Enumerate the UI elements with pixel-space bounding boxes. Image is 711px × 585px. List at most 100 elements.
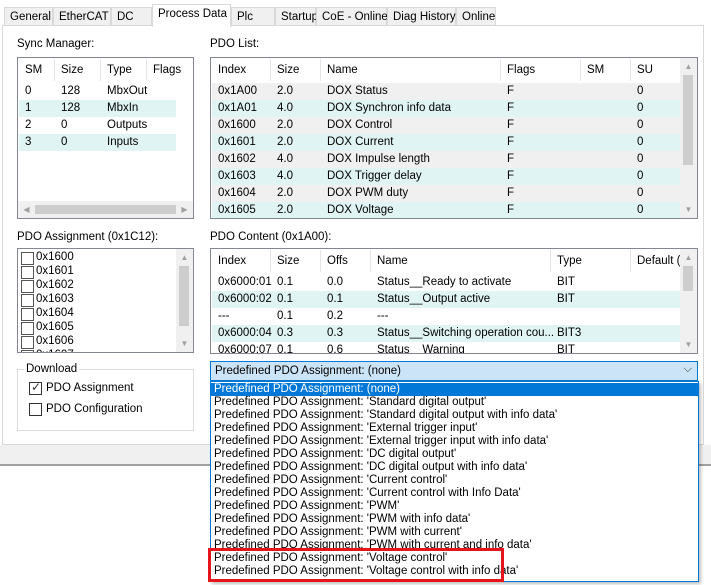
annotation-highlight-box [208, 548, 504, 582]
tab-coe-online[interactable]: CoE - Online [316, 7, 388, 26]
pdo-assignment-item-label: 0x1605 [36, 321, 74, 333]
table-row[interactable]: 0x1A01 4.0 DOX Synchron info data F 0 [212, 100, 680, 117]
column-header-sm[interactable]: SM [19, 59, 55, 81]
sync-manager-label: Sync Manager: [17, 38, 95, 50]
table-cell: BIT [557, 344, 575, 354]
column-header-sm[interactable]: SM [581, 59, 631, 81]
column-header-name[interactable]: Name [321, 59, 501, 81]
dropdown-option[interactable]: Predefined PDO Assignment: 'PWM' [211, 500, 698, 513]
tab-plc[interactable]: Plc [231, 7, 275, 26]
pdo-assignment-item-label: 0x1600 [36, 251, 74, 263]
pdo-list-table[interactable]: Index Size Name Flags SM SU 0x1A00 2.0 DOX Stat… [210, 57, 698, 219]
dropdown-option[interactable]: Predefined PDO Assignment: 'DC digital o… [211, 448, 698, 461]
combobox-value: Predefined PDO Assignment: (none) [215, 365, 402, 377]
column-header-name[interactable]: Name [371, 250, 551, 272]
table-cell: 0.6 [327, 344, 343, 354]
tab-dc[interactable]: DC [111, 7, 152, 26]
checkbox[interactable] [21, 294, 34, 307]
table-row[interactable]: 0x1604 2.0 DOX PWM duty F 0 [212, 185, 680, 202]
table-cell: 2.0 [277, 119, 293, 131]
checkbox[interactable] [21, 322, 34, 335]
checkbox[interactable] [21, 252, 34, 265]
table-row[interactable]: 0x1600 2.0 DOX Control F 0 [212, 117, 680, 134]
pdo-assignment-checkbox[interactable]: ✓ [29, 380, 42, 395]
table-row[interactable]: 0x6000:01 0.1 0.0 Status__Ready to activate… [212, 274, 680, 291]
table-cell: MbxOut [107, 85, 148, 97]
table-cell: 0 [637, 204, 644, 216]
table-cell: 0 [637, 153, 644, 165]
vertical-scrollbar[interactable]: ▲ ▼ [680, 58, 697, 218]
table-cell: F [507, 153, 515, 165]
vertical-scrollbar[interactable]: ▲ ▼ [680, 249, 697, 353]
table-cell: 4.0 [277, 153, 293, 165]
dropdown-option[interactable]: Predefined PDO Assignment: 'PWM with cur… [211, 526, 698, 539]
table-row[interactable]: 1 128 MbxIn [19, 100, 176, 117]
table-cell: 2 [25, 119, 32, 131]
dropdown-option[interactable]: Predefined PDO Assignment: 'External tri… [211, 435, 698, 448]
table-row[interactable]: 0x6000:07 0.1 0.6 Status__Warning BIT [212, 342, 680, 354]
dropdown-option[interactable]: Predefined PDO Assignment: 'External tri… [211, 422, 698, 435]
pdo-assignment-item-label: 0x1606 [36, 335, 74, 347]
table-cell: Inputs [107, 136, 139, 148]
table-row[interactable]: 0x1601 2.0 DOX Current F 0 [212, 134, 680, 151]
column-header-index[interactable]: Index [212, 59, 271, 81]
dropdown-option[interactable]: Predefined PDO Assignment: 'Current cont… [211, 487, 698, 500]
pdo-configuration-checkbox[interactable] [29, 403, 42, 416]
table-row[interactable]: 0x6000:04 0.3 0.3 Status__Switching operati… [212, 325, 680, 342]
table-row[interactable]: 0x1602 4.0 DOX Impulse length F 0 [212, 151, 680, 168]
vertical-scrollbar[interactable]: ▲ ▼ [176, 249, 193, 352]
checkbox[interactable] [21, 266, 34, 279]
tab-general[interactable]: General [4, 7, 53, 26]
pdo-assignment-list[interactable]: 0x1600 0x1601 0x1602 0x1603 0x1604 0x1605 0x16… [17, 248, 194, 353]
column-header-size[interactable]: Size [271, 59, 321, 81]
table-row[interactable]: 3 0 Inputs [19, 134, 176, 151]
table-cell: 2.0 [277, 85, 293, 97]
table-cell: BIT [557, 293, 575, 305]
predefined-pdo-combobox[interactable]: Predefined PDO Assignment: (none) ⌵ [210, 361, 698, 381]
table-cell: F [507, 85, 515, 97]
dropdown-option[interactable]: Predefined PDO Assignment: 'Standard dig… [211, 396, 698, 409]
column-header-flags[interactable]: Flags [147, 59, 193, 81]
table-cell: MbxIn [107, 102, 139, 114]
chevron-down-icon[interactable]: ⌵ [684, 363, 692, 376]
dropdown-option[interactable]: Predefined PDO Assignment: 'PWM with inf… [211, 513, 698, 526]
tab-startup[interactable]: Startup [275, 7, 318, 26]
checkbox[interactable] [21, 350, 34, 352]
tab-diag-history[interactable]: Diag History [387, 7, 456, 26]
column-header-offs[interactable]: Offs [321, 250, 371, 272]
table-cell: 0x6000:02 [218, 293, 272, 305]
table-cell: DOX PWM duty [327, 187, 409, 199]
dropdown-option[interactable]: Predefined PDO Assignment: 'Current cont… [211, 474, 698, 487]
column-header-size[interactable]: Size [271, 250, 321, 272]
column-header-flags[interactable]: Flags [501, 59, 581, 81]
column-header-type[interactable]: Type [101, 59, 147, 81]
table-row[interactable]: 2 0 Outputs [19, 117, 176, 134]
table-row[interactable]: 0x6000:02 0.1 0.1 Status__Output active BIT [212, 291, 680, 308]
table-cell: 0.1 [327, 293, 343, 305]
table-cell: F [507, 204, 515, 216]
dropdown-option[interactable]: Predefined PDO Assignment: (none) [211, 383, 698, 396]
table-row[interactable]: 0 128 MbxOut [19, 83, 176, 100]
checkbox[interactable] [21, 280, 34, 293]
dropdown-option[interactable]: Predefined PDO Assignment: 'Standard dig… [211, 409, 698, 422]
table-row[interactable]: 0x1603 4.0 DOX Trigger delay F 0 [212, 168, 680, 185]
tab-process-data[interactable]: Process Data [152, 4, 231, 27]
tab-ethercat[interactable]: EtherCAT [53, 7, 111, 26]
table-cell: DOX Synchron info data [327, 102, 452, 114]
table-row[interactable]: 0x1A00 2.0 DOX Status F 0 [212, 83, 680, 100]
pdo-content-table[interactable]: Index Size Offs Name Type Default (h 0x6000:0… [210, 248, 698, 354]
column-header-index[interactable]: Index [212, 250, 271, 272]
dropdown-option[interactable]: Predefined PDO Assignment: 'DC digital o… [211, 461, 698, 474]
checkbox[interactable] [21, 336, 34, 349]
table-cell: DOX Status [327, 85, 388, 97]
download-groupbox [17, 369, 194, 431]
table-row[interactable]: 0x1605 2.0 DOX Voltage F 0 [212, 202, 680, 218]
tab-online[interactable]: Online [456, 7, 496, 26]
sync-manager-table[interactable]: SM Size Type Flags 0 128 MbxOut 1 128 MbxIn 2 0 Out… [17, 57, 194, 219]
column-header-type[interactable]: Type [551, 250, 631, 272]
table-row[interactable]: --- 0.1 0.2 --- [212, 308, 680, 325]
column-header-size[interactable]: Size [55, 59, 101, 81]
pdo-assignment-item-label: 0x1602 [36, 279, 74, 291]
horizontal-scrollbar[interactable]: ◀ ▶ [18, 201, 193, 218]
checkbox[interactable] [21, 308, 34, 321]
